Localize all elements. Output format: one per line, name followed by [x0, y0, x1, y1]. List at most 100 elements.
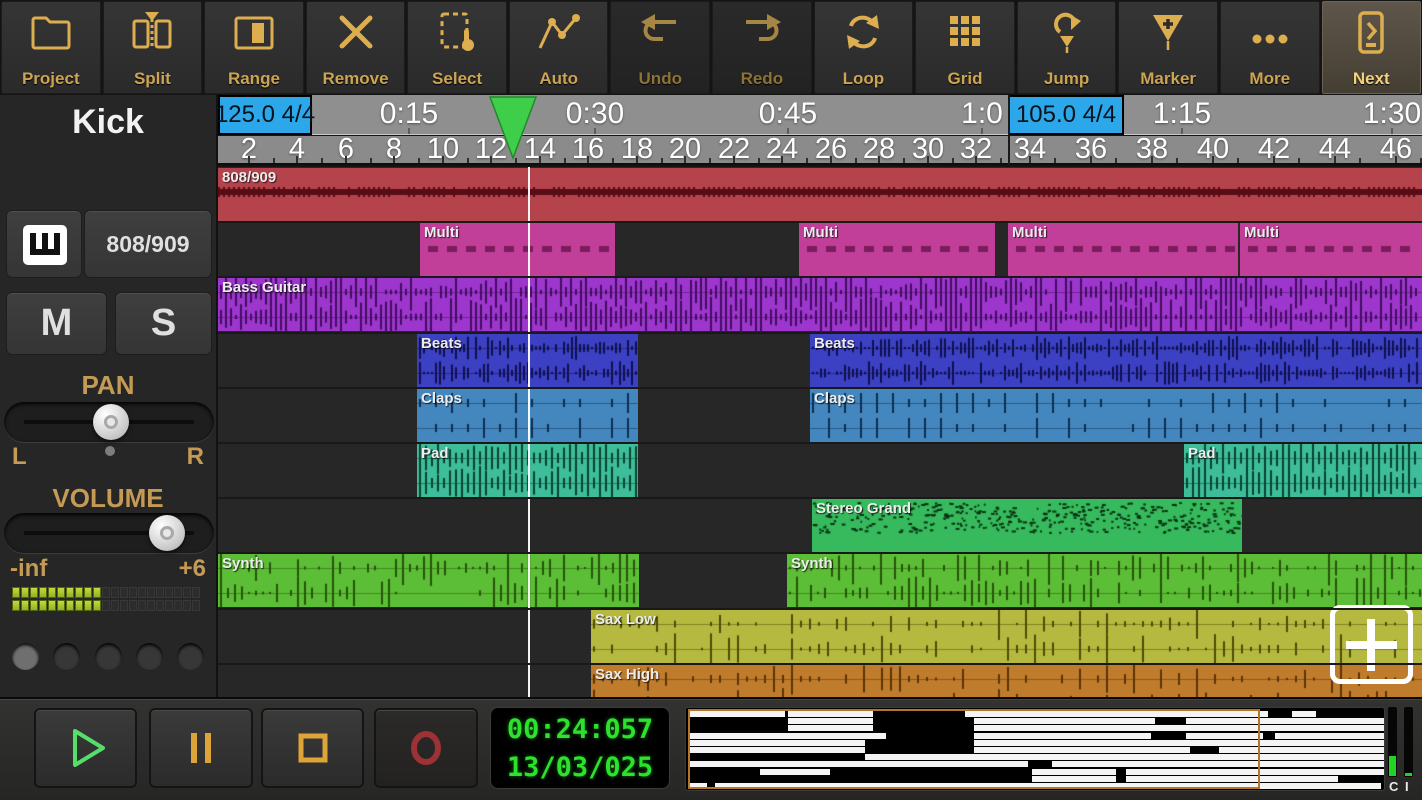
pan-knob[interactable]	[93, 404, 129, 440]
toolbar-button-more[interactable]: More	[1219, 1, 1320, 94]
bar-tick	[1176, 158, 1178, 163]
piano-icon	[23, 225, 67, 265]
page-dot-2[interactable]	[94, 643, 122, 670]
instrument-preset-button[interactable]: 808/909	[84, 210, 212, 278]
bar-tick	[952, 158, 954, 163]
clip-808-909[interactable]: 808/909	[218, 168, 1422, 221]
clip-multi[interactable]: Multi	[799, 223, 995, 277]
toolbar-button-split[interactable]: Split	[102, 1, 203, 94]
toolbar-button-undo[interactable]: Undo	[610, 1, 711, 94]
pan-label: PAN	[81, 370, 135, 400]
mute-button[interactable]: M	[6, 292, 107, 355]
select-icon	[440, 12, 475, 51]
play-button[interactable]	[34, 708, 137, 788]
toolbar-button-marker[interactable]: Marker	[1118, 1, 1218, 94]
clip-beats[interactable]: Beats	[810, 333, 1422, 387]
clip-label: Bass Guitar	[222, 279, 307, 297]
page-dot-0[interactable]	[12, 643, 39, 670]
bar-tick	[539, 156, 541, 163]
clip-multi[interactable]: Multi	[1008, 223, 1238, 277]
loop-icon	[847, 15, 880, 49]
toolbar-label-next: Next	[1352, 69, 1390, 88]
stop-button[interactable]	[261, 708, 364, 788]
clip-label: Multi	[1012, 224, 1047, 242]
bar-tick	[636, 156, 638, 163]
pan-center-dot	[105, 446, 115, 456]
page-dot-1[interactable]	[53, 643, 81, 670]
toolbar-button-loop[interactable]: Loop	[813, 1, 914, 94]
clip-multi[interactable]: Multi	[420, 223, 615, 277]
clip-label: Synth	[791, 555, 833, 573]
clip-synth[interactable]: Synth	[787, 554, 1422, 608]
meter-c	[1388, 707, 1397, 777]
volume-max-label: +6	[178, 555, 206, 582]
clip-claps[interactable]: Claps	[810, 388, 1422, 442]
panel-page-dots[interactable]	[0, 643, 216, 670]
record-icon	[411, 731, 441, 765]
page-dot-4[interactable]	[177, 643, 204, 670]
toolbar-button-redo[interactable]: Redo	[712, 1, 812, 94]
time-label: 0:30	[565, 97, 625, 130]
page-dot-3[interactable]	[135, 643, 163, 670]
toolbar-button-auto[interactable]: Auto	[508, 1, 609, 94]
clip-label: Pad	[1188, 445, 1216, 462]
toolbar-button-remove[interactable]: Remove	[305, 1, 406, 94]
tempo-marker[interactable]: 125.0 4/4	[215, 95, 315, 135]
bar-tick	[806, 158, 808, 163]
tempo-change-line	[1008, 95, 1010, 165]
more-icon	[1252, 34, 1288, 44]
instrument-button[interactable]	[6, 210, 82, 278]
time-display: 00:24:057 13/03/025	[490, 707, 670, 789]
clip-stereo-grand[interactable]: Stereo Grand	[812, 499, 1242, 553]
project-overview-navigator[interactable]	[685, 707, 1385, 791]
time-ruler-row[interactable]: 0:15 0:30 0:45 1:0 1:15 1:30 125.0 4/4 10…	[215, 95, 1422, 135]
bar-tick	[248, 156, 250, 163]
clip-label: Multi	[803, 224, 838, 242]
bar-ruler-row[interactable]: 2 4 6 8 10 12 14 16 18 20 22 24 26 28 30…	[218, 133, 1422, 165]
track-separator	[218, 662, 1422, 665]
overview-viewport[interactable]	[688, 709, 1261, 789]
clip-synth[interactable]: Synth	[218, 554, 639, 608]
clip-label: Pad	[421, 445, 449, 462]
date-value: 13/03/025	[506, 752, 654, 783]
toolbar-button-next[interactable]: Next	[1321, 1, 1422, 94]
time-label: 1:15	[1152, 97, 1212, 130]
toolbar-button-range[interactable]: Range	[204, 1, 304, 94]
clip-pad[interactable]: Pad	[1184, 444, 1422, 497]
bar-tick	[684, 156, 686, 163]
arrangement-area[interactable]: 808/909 Multi Multi Multi Multi Bass Guitar Be…	[218, 167, 1422, 697]
time-label: 1:0	[961, 97, 1003, 130]
pause-button[interactable]	[149, 708, 253, 788]
track-separator	[218, 442, 1422, 444]
jump-icon	[1053, 12, 1081, 53]
toolbar-label-redo: Redo	[740, 69, 784, 88]
track-separator	[218, 276, 1422, 279]
toolbar-button-project[interactable]: Project	[1, 1, 101, 94]
bar-tick	[442, 156, 444, 163]
toolbar-button-select[interactable]: Select	[407, 1, 507, 94]
clip-sax-low[interactable]: Sax Low	[591, 609, 1422, 663]
timeline-ruler[interactable]: 0:15 0:30 0:45 1:0 1:15 1:30 125.0 4/4 10…	[215, 95, 1422, 167]
level-meter-row	[12, 587, 208, 598]
bar-tick	[612, 158, 614, 163]
clip-multi[interactable]: Multi	[1240, 223, 1422, 277]
clip-sax-high[interactable]: Sax High	[591, 664, 1422, 697]
record-button[interactable]	[374, 708, 478, 788]
tempo-marker[interactable]: 105.0 4/4	[1008, 95, 1124, 135]
bar-tick	[903, 158, 905, 163]
bar-tick	[1029, 156, 1031, 163]
bar-tick	[1298, 158, 1300, 163]
solo-button[interactable]: S	[115, 292, 212, 355]
add-track-button[interactable]	[1330, 605, 1413, 684]
bar-tick	[1090, 156, 1092, 163]
toolbar-button-jump[interactable]: Jump	[1016, 1, 1117, 94]
clip-label: Claps	[814, 389, 855, 407]
toolbar-label-auto: Auto	[539, 69, 579, 88]
playhead-marker[interactable]	[489, 96, 537, 160]
toolbar-button-grid[interactable]: Grid	[915, 1, 1015, 94]
clip-bass-guitar[interactable]: Bass Guitar	[218, 278, 1422, 332]
time-label: 0:45	[758, 97, 818, 130]
toolbar-label-loop: Loop	[842, 69, 885, 88]
volume-knob[interactable]	[149, 515, 185, 551]
bar-tick	[709, 158, 711, 163]
